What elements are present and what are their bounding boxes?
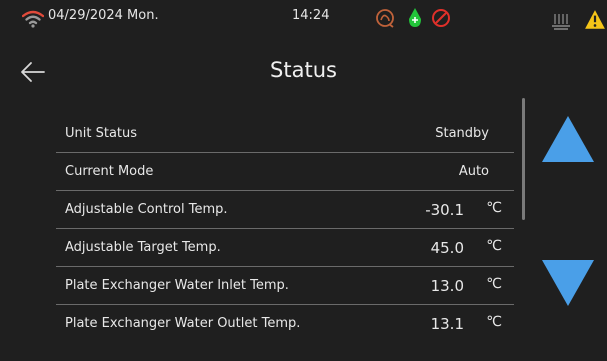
row-unit: ℃: [486, 238, 502, 254]
table-row: Unit Status Standby: [56, 115, 514, 153]
row-value: 13.1: [430, 315, 464, 333]
page-title: Status: [270, 58, 337, 82]
stop-icon: [432, 9, 450, 27]
table-row: Adjustable Control Temp. -30.1 ℃: [56, 191, 514, 229]
row-value: Auto: [458, 164, 489, 179]
row-label: Adjustable Control Temp.: [65, 202, 228, 217]
status-bar: 04/29/2024 Mon. 14:24: [0, 0, 607, 40]
heater-icon: [552, 14, 570, 30]
scrollbar[interactable]: [522, 98, 525, 220]
row-value: 45.0: [430, 239, 464, 257]
table-row: Plate Exchanger Water Inlet Temp. 13.0 ℃: [56, 267, 514, 305]
row-label: Plate Exchanger Water Inlet Temp.: [65, 278, 289, 293]
arrow-down-icon[interactable]: [540, 258, 596, 308]
row-unit: ℃: [486, 200, 502, 216]
row-value: -30.1: [425, 201, 464, 219]
warning-icon: [585, 10, 605, 29]
row-label: Adjustable Target Temp.: [65, 240, 221, 255]
row-value: 13.0: [430, 277, 464, 295]
row-unit: ℃: [486, 276, 502, 292]
date-text: 04/29/2024 Mon.: [48, 8, 159, 23]
row-label: Current Mode: [65, 164, 154, 179]
time-text: 14:24: [292, 8, 330, 23]
table-row: Adjustable Target Temp. 45.0 ℃: [56, 229, 514, 267]
compressor-icon: [376, 9, 394, 28]
row-label: Unit Status: [65, 126, 138, 141]
table-row: Current Mode Auto: [56, 153, 514, 191]
arrow-up-icon[interactable]: [540, 114, 596, 164]
row-label: Plate Exchanger Water Outlet Temp.: [65, 316, 301, 331]
wifi-icon: [22, 10, 44, 28]
status-table: Unit Status Standby Current Mode Auto Ad…: [56, 115, 514, 342]
table-row: Plate Exchanger Water Outlet Temp. 13.1 …: [56, 305, 514, 342]
water-pump-icon: [409, 8, 421, 27]
row-unit: ℃: [486, 314, 502, 330]
row-value: Standby: [435, 126, 489, 141]
